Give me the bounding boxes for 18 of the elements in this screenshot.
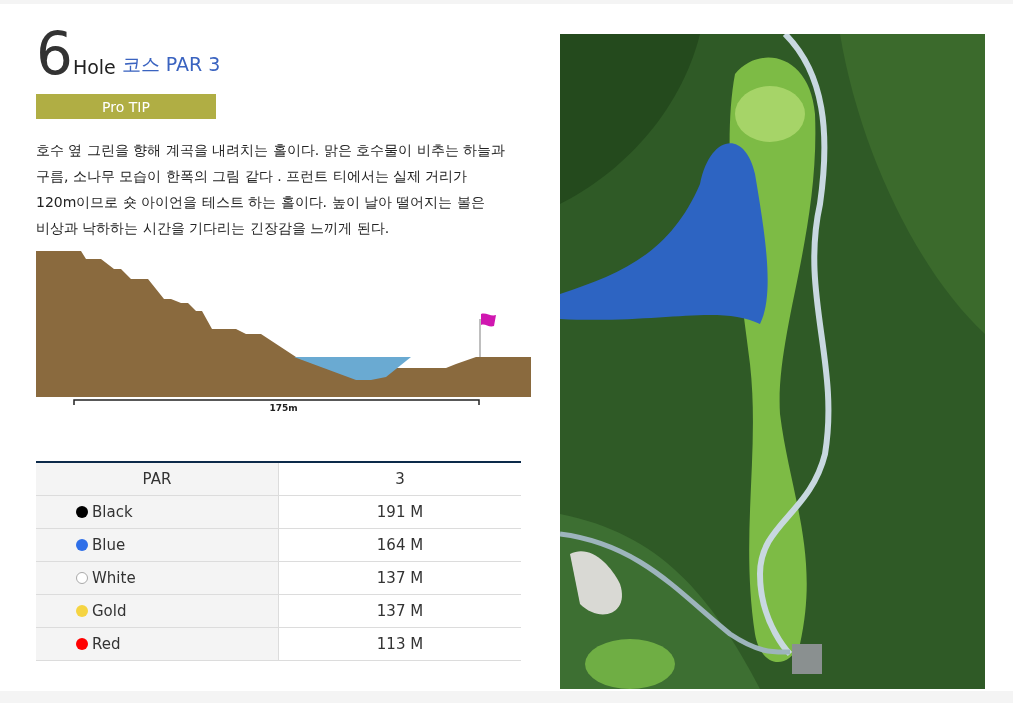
distance-cell: 164 M — [278, 528, 521, 562]
table-header-cell: 3 — [278, 462, 521, 496]
tee-name: Gold — [92, 602, 127, 620]
table-header-cell: PAR — [36, 462, 279, 496]
tee-name: Blue — [92, 536, 126, 554]
tee-name: White — [92, 569, 136, 587]
pro-tip-badge: Pro TIP — [36, 94, 216, 119]
distance-label: 175m — [269, 403, 298, 413]
distance-cell: 113 M — [278, 627, 521, 661]
tee-name: Red — [92, 635, 121, 653]
distance-cell: 137 M — [278, 594, 521, 628]
hole-description: 호수 옆 그린을 향해 계곡을 내려치는 홀이다. 맑은 호수물이 비추는 하늘과 구름, 소나무 모습이 한폭의 그림 같다 . 프런트 티에서는 실제 거리가 120m이므로 숏 아이언을 테스트 하는 홀이다. 높이 날아 떨어지는 볼은 비상과 낙하하는 시간을 기다리는 긴장감을 느끼게 된다. — [36, 141, 506, 238]
distance-cell: 191 M — [278, 495, 521, 529]
hole-number: 6 — [36, 28, 71, 80]
distance-cell: 137 M — [278, 561, 521, 595]
course-par-title: 코스 PAR 3 — [121, 52, 221, 77]
tee-name: Black — [92, 503, 133, 521]
hole-label: Hole — [72, 56, 116, 78]
